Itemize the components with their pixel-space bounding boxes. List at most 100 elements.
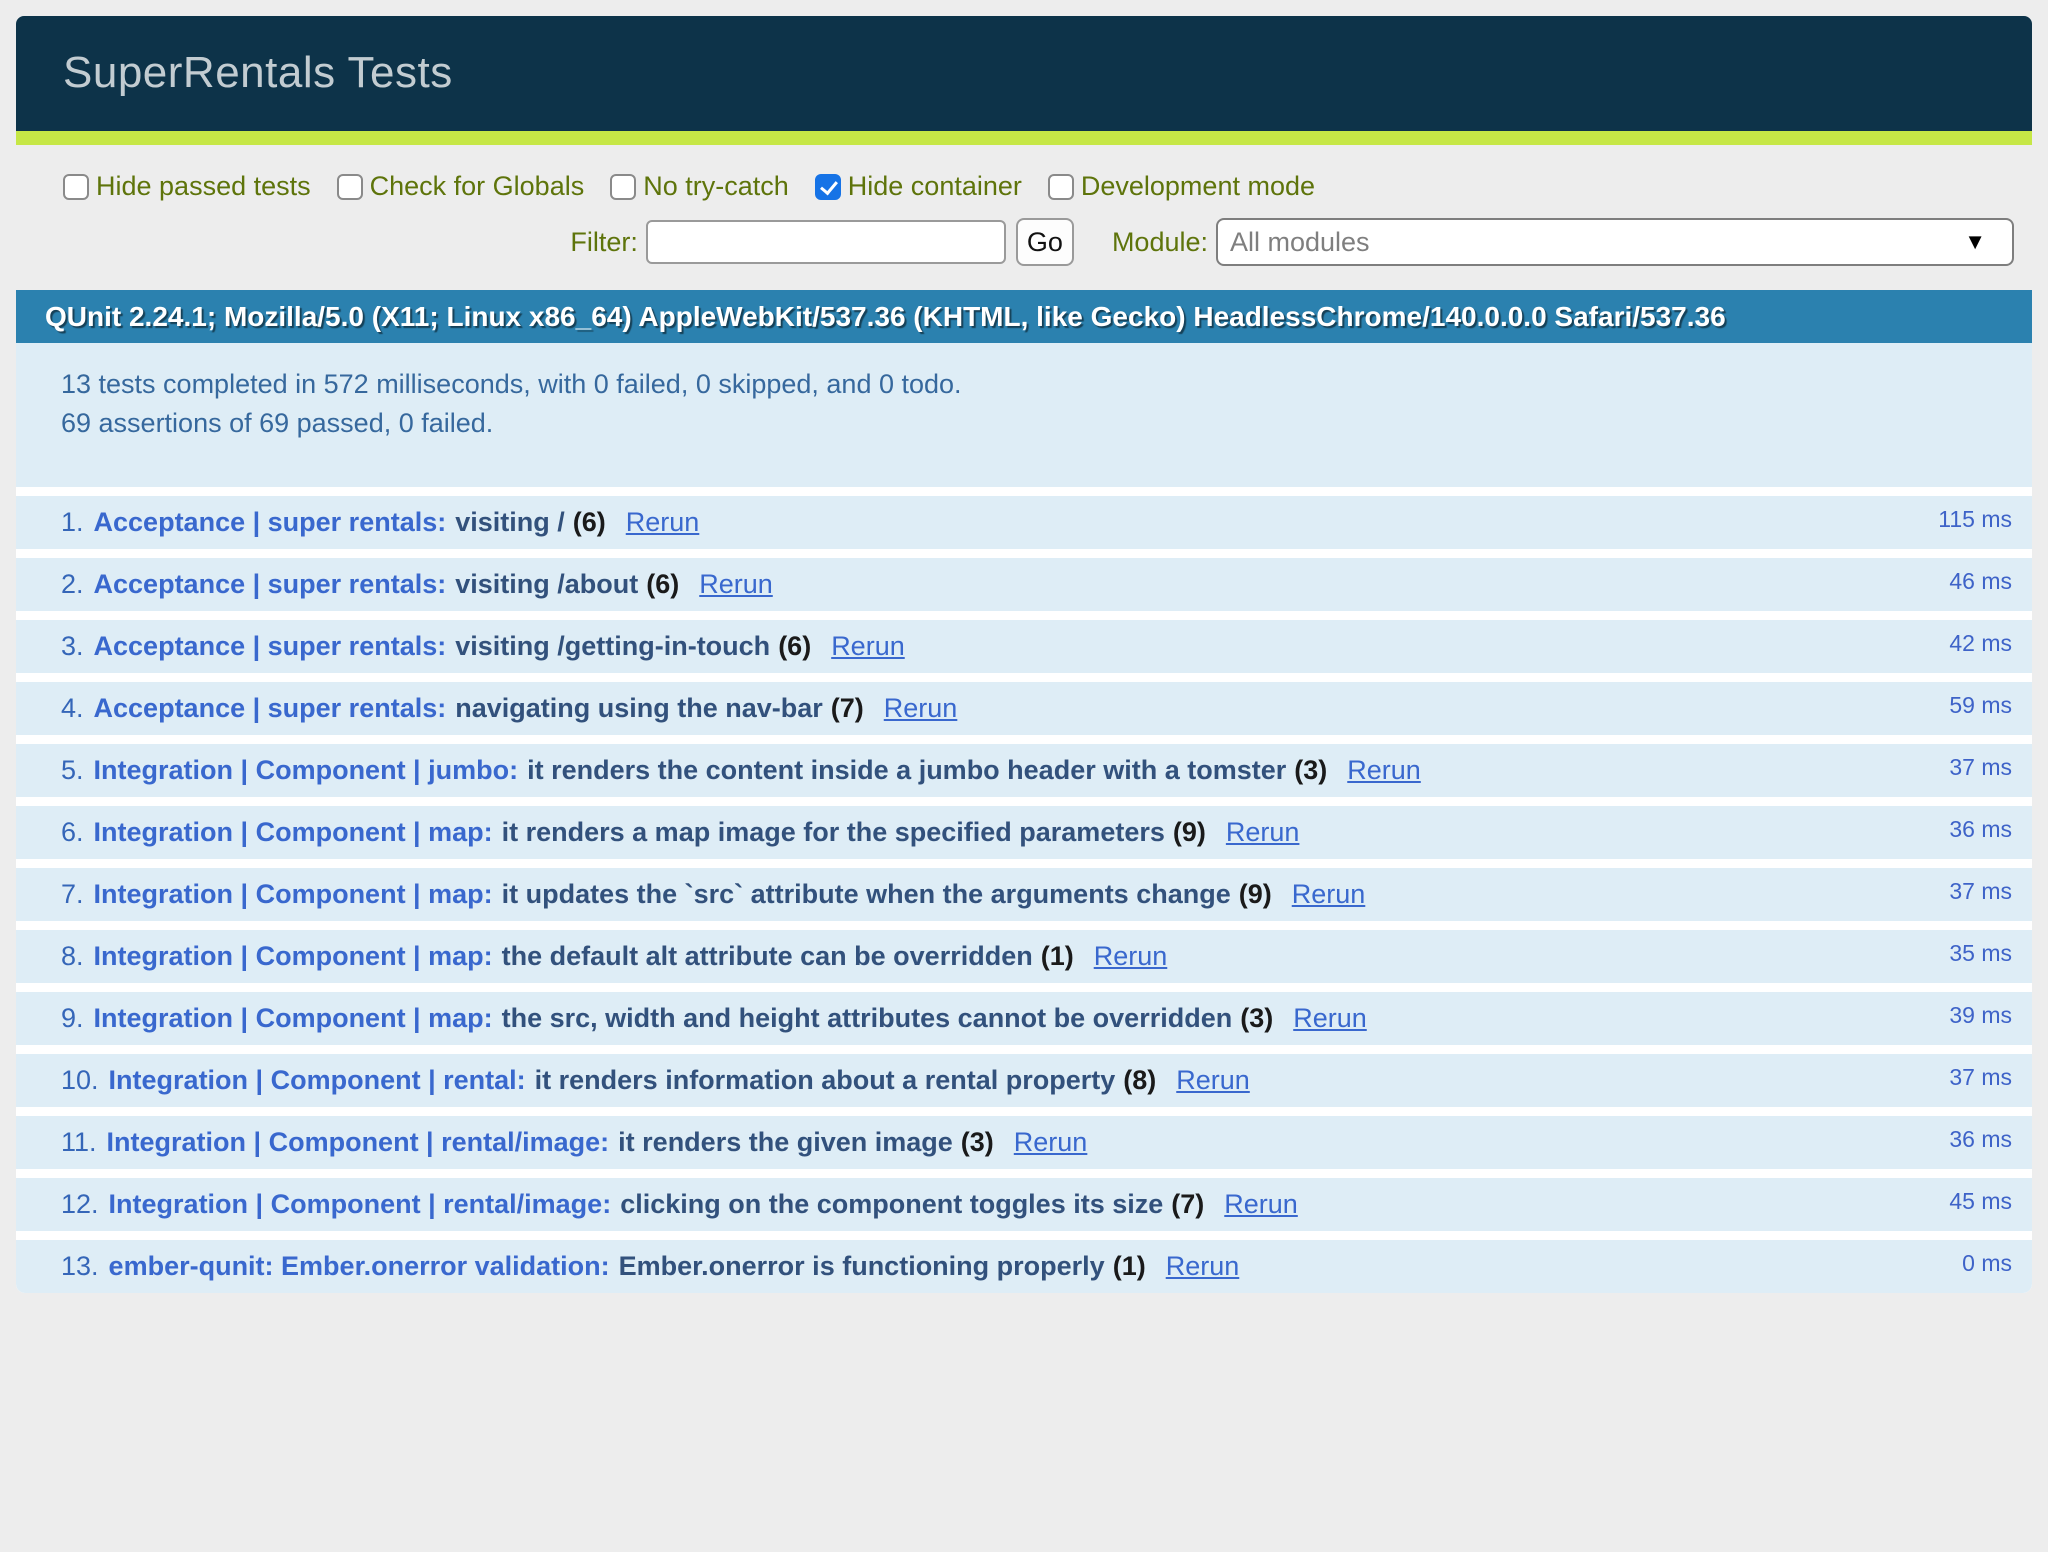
rerun-link[interactable]: Rerun xyxy=(1347,755,1421,785)
assertion-count: (3) xyxy=(961,1127,994,1157)
checkbox[interactable] xyxy=(63,174,89,200)
toolbar-checkbox-option[interactable]: Check for Globals xyxy=(337,171,585,202)
chevron-down-icon: ▼ xyxy=(1964,229,1986,255)
test-row[interactable]: 2.Acceptance | super rentals:visiting /a… xyxy=(16,558,2032,611)
checkbox-label: Hide passed tests xyxy=(96,171,311,202)
assertion-count: (6) xyxy=(646,569,679,599)
test-name: it renders a map image for the specified… xyxy=(502,817,1165,847)
test-runtime: 45 ms xyxy=(1949,1188,2012,1215)
toolbar-checkbox-option[interactable]: Hide passed tests xyxy=(63,171,311,202)
test-row[interactable]: 6. Integration | Component | map: it rende… xyxy=(16,806,2032,859)
test-number: 5. xyxy=(61,755,84,785)
test-runtime: 36 ms xyxy=(1949,816,2012,843)
test-module-name: ember-qunit: Ember.onerror validation: xyxy=(109,1251,610,1281)
test-row[interactable]: 5.Integration | Component | jumbo:it ren… xyxy=(16,744,2032,797)
test-number: 13. xyxy=(61,1251,99,1281)
assertion-count: (1) xyxy=(1113,1251,1146,1281)
go-button[interactable]: Go xyxy=(1016,218,1074,266)
test-number: 10. xyxy=(61,1065,99,1095)
test-number: 12. xyxy=(61,1189,99,1219)
rerun-link[interactable]: Rerun xyxy=(1292,879,1366,909)
test-runtime: 37 ms xyxy=(1949,878,2012,905)
rerun-link[interactable]: Rerun xyxy=(1293,1003,1367,1033)
rerun-link[interactable]: Rerun xyxy=(1226,817,1300,847)
rerun-link[interactable]: Rerun xyxy=(884,693,958,723)
test-name: clicking on the component toggles its si… xyxy=(620,1189,1163,1219)
test-name: visiting /about xyxy=(455,569,638,599)
test-runtime: 0 ms xyxy=(1962,1250,2012,1277)
test-row[interactable]: 8. Integration | Component | map: the defa… xyxy=(16,930,2032,983)
test-number: 4. xyxy=(61,693,84,723)
assertion-count: (7) xyxy=(831,693,864,723)
page-title: SuperRentals Tests xyxy=(63,48,2032,98)
rerun-link[interactable]: Rerun xyxy=(1014,1127,1088,1157)
summary-line-2: 69 assertions of 69 passed, 0 failed. xyxy=(61,404,2012,443)
test-module-name: Integration | Component | rental/image: xyxy=(109,1189,612,1219)
test-name: Ember.onerror is functioning properly xyxy=(619,1251,1105,1281)
assertion-count: (9) xyxy=(1173,817,1206,847)
test-name: the default alt attribute can be overrid… xyxy=(502,941,1033,971)
test-row[interactable]: 3. Acceptance | super rentals: visiting /g… xyxy=(16,620,2032,673)
toolbar-checkbox-option[interactable]: Hide container xyxy=(815,171,1022,202)
test-module-name: Integration | Component | rental/image: xyxy=(107,1127,610,1157)
test-name: visiting /getting-in-touch xyxy=(455,631,770,661)
test-number: 3. xyxy=(61,631,84,661)
test-number: 1. xyxy=(61,507,84,537)
test-row[interactable]: 4.Acceptance | super rentals:navigating … xyxy=(16,682,2032,735)
test-runtime: 36 ms xyxy=(1949,1126,2012,1153)
test-name: it updates the `src` attribute when the … xyxy=(502,879,1231,909)
assertion-count: (7) xyxy=(1171,1189,1204,1219)
test-number: 2. xyxy=(61,569,84,599)
results-container: 13 tests completed in 572 milliseconds, … xyxy=(16,343,2032,1293)
checkbox[interactable] xyxy=(337,174,363,200)
test-runtime: 42 ms xyxy=(1949,630,2012,657)
testrunner-toolbar: Hide passed tests Check for Globals No t… xyxy=(16,145,2032,290)
checkbox[interactable] xyxy=(610,174,636,200)
test-module-name: Integration | Component | map: xyxy=(94,879,493,909)
test-runtime: 35 ms xyxy=(1949,940,2012,967)
test-name: the src, width and height attributes can… xyxy=(502,1003,1233,1033)
test-module-name: Integration | Component | map: xyxy=(94,817,493,847)
assertion-count: (6) xyxy=(778,631,811,661)
toolbar-checkbox-option[interactable]: No try-catch xyxy=(610,171,789,202)
test-module-name: Integration | Component | map: xyxy=(94,941,493,971)
test-runtime: 46 ms xyxy=(1949,568,2012,595)
module-select[interactable]: All modules ▼ xyxy=(1216,218,2014,266)
test-number: 11. xyxy=(61,1127,97,1157)
test-row[interactable]: 1.Acceptance | super rentals:visiting /(… xyxy=(16,496,2032,549)
test-name: it renders the given image xyxy=(618,1127,953,1157)
assertion-count: (3) xyxy=(1294,755,1327,785)
test-row[interactable]: 9.Integration | Component | map:the src,… xyxy=(16,992,2032,1045)
test-number: 6. xyxy=(61,817,84,847)
test-module-name: Integration | Component | map: xyxy=(94,1003,493,1033)
test-module-name: Acceptance | super rentals: xyxy=(94,631,447,661)
test-row[interactable]: 11. Integration | Component | rental/imag… xyxy=(16,1116,2032,1169)
test-runtime: 37 ms xyxy=(1949,754,2012,781)
filter-input[interactable] xyxy=(646,220,1006,264)
summary-line-1: 13 tests completed in 572 milliseconds, … xyxy=(61,365,2012,404)
toolbar-checkbox-option[interactable]: Development mode xyxy=(1048,171,1315,202)
test-row[interactable]: 10.Integration | Component | rental:it r… xyxy=(16,1054,2032,1107)
pass-banner xyxy=(16,131,2032,145)
checkbox-label: Hide container xyxy=(848,171,1022,202)
checkbox-label: No try-catch xyxy=(643,171,789,202)
test-number: 8. xyxy=(61,941,84,971)
rerun-link[interactable]: Rerun xyxy=(626,507,700,537)
rerun-link[interactable]: Rerun xyxy=(1094,941,1168,971)
filter-label: Filter: xyxy=(570,227,638,258)
rerun-link[interactable]: Rerun xyxy=(831,631,905,661)
rerun-link[interactable]: Rerun xyxy=(1224,1189,1298,1219)
test-row[interactable]: 7.Integration | Component | map:it updat… xyxy=(16,868,2032,921)
rerun-link[interactable]: Rerun xyxy=(699,569,773,599)
test-module-name: Acceptance | super rentals: xyxy=(94,693,447,723)
checkbox[interactable] xyxy=(1048,174,1074,200)
test-row[interactable]: 13. ember-qunit: Ember.onerror validation… xyxy=(16,1240,2032,1293)
rerun-link[interactable]: Rerun xyxy=(1166,1251,1240,1281)
module-select-value: All modules xyxy=(1230,227,1370,258)
test-module-name: Integration | Component | rental: xyxy=(109,1065,526,1095)
rerun-link[interactable]: Rerun xyxy=(1176,1065,1250,1095)
checkbox-label: Check for Globals xyxy=(370,171,585,202)
test-row[interactable]: 12. Integration | Component | rental/imag… xyxy=(16,1178,2032,1231)
checkbox[interactable] xyxy=(815,174,841,200)
assertion-count: (6) xyxy=(573,507,606,537)
